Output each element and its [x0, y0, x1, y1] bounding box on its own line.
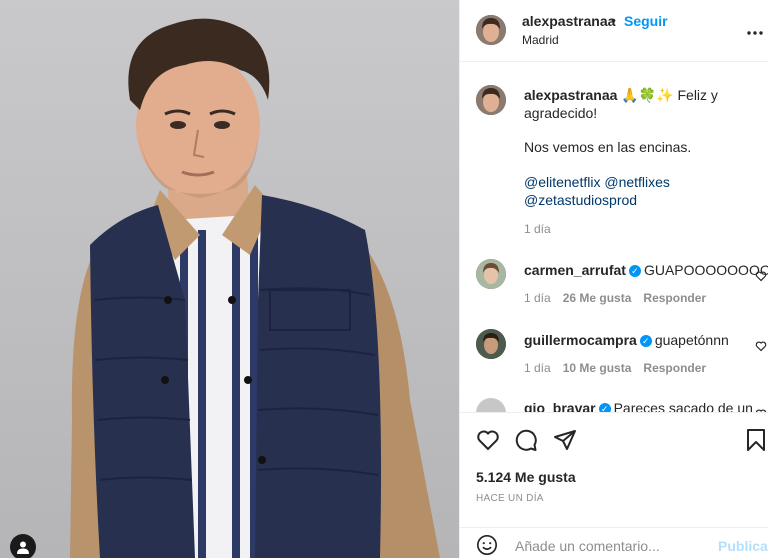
- author-username[interactable]: alexpastranaa: [522, 13, 615, 29]
- comment-reply-button[interactable]: Responder: [643, 291, 706, 305]
- comment-text: gio_bravar ✓ Pareces sacado de un: [524, 400, 753, 412]
- caption-author-avatar-image: [476, 85, 506, 115]
- mention-netflixes[interactable]: @netflixes: [604, 174, 670, 190]
- more-options-button[interactable]: [747, 27, 763, 35]
- verified-badge-icon: ✓: [639, 335, 652, 348]
- commenter-avatar[interactable]: [476, 329, 506, 359]
- follow-button[interactable]: Seguir: [624, 13, 668, 29]
- more-horizontal-icon: [747, 31, 763, 35]
- share-send-icon[interactable]: [553, 428, 577, 452]
- commenter-avatar[interactable]: [476, 398, 506, 412]
- post-timestamp: HACE UN DÍA: [476, 493, 544, 504]
- caption-author-avatar[interactable]: [476, 85, 506, 115]
- emoji-smiley-icon[interactable]: [476, 534, 498, 556]
- post-photo[interactable]: [0, 0, 459, 558]
- like-count[interactable]: 5.124 Me gusta: [476, 469, 576, 485]
- comment-body: guapetónnn: [654, 332, 729, 348]
- tagged-user-button[interactable]: [10, 534, 36, 558]
- verified-badge-icon: ✓: [628, 265, 641, 278]
- comment-input[interactable]: Añade un comentario...: [515, 538, 660, 554]
- comment-text: guillermocampra ✓ guapetónnn: [524, 332, 729, 348]
- comment-bubble-icon[interactable]: [514, 428, 538, 452]
- post-caption: alexpastranaa 🙏🍀✨ Feliz y agradecido! No…: [524, 86, 744, 209]
- post-location[interactable]: Madrid: [522, 33, 559, 47]
- comment-likes[interactable]: 26 Me gusta: [563, 291, 632, 305]
- comment-row: guillermocampra ✓ guapetónnn 1 día 10 Me gu…: [460, 318, 768, 388]
- like-heart-icon[interactable]: [476, 428, 500, 452]
- comment-username[interactable]: guillermocampra: [524, 332, 637, 348]
- comments-list[interactable]: alexpastranaa 🙏🍀✨ Feliz y agradecido! No…: [460, 62, 768, 412]
- commenter-avatar-image: [476, 329, 506, 359]
- save-bookmark-icon[interactable]: [745, 428, 767, 452]
- post-header: alexpastranaa • Seguir Madrid: [460, 0, 768, 62]
- publish-button[interactable]: Publicar: [718, 538, 768, 554]
- like-comment-heart-icon[interactable]: [755, 340, 767, 352]
- comment-username[interactable]: gio_bravar: [524, 400, 596, 412]
- comment-time: 1 día: [524, 291, 551, 305]
- caption-time: 1 día: [524, 222, 551, 236]
- verified-badge-icon: ✓: [598, 403, 611, 412]
- comment-meta: 1 día 10 Me gusta Responder: [524, 361, 706, 375]
- post-photo-illustration: [70, 18, 440, 558]
- comment-reply-button[interactable]: Responder: [643, 361, 706, 375]
- comment-time: 1 día: [524, 361, 551, 375]
- add-comment-bar: Añade un comentario... Publicar: [460, 527, 768, 558]
- comment-body: GUAPOOOOOOOO: [643, 262, 768, 278]
- post-side-panel: alexpastranaa • Seguir Madrid alexpastra…: [459, 0, 768, 558]
- caption-username[interactable]: alexpastranaa: [524, 87, 617, 103]
- commenter-avatar-image: [476, 259, 506, 289]
- comment-row: gio_bravar ✓ Pareces sacado de un: [460, 388, 768, 412]
- caption-emojis: 🙏🍀✨: [621, 87, 674, 103]
- caption-line-2: Nos vemos en las encinas.: [524, 139, 692, 155]
- mention-zetastudiosprod[interactable]: @zetastudiosprod: [524, 192, 637, 208]
- comment-text: carmen_arrufat ✓ GUAPOOOOOOOO: [524, 262, 768, 278]
- mention-elitenetflix[interactable]: @elitenetflix: [524, 174, 600, 190]
- comment-body: Pareces sacado de un: [613, 400, 753, 412]
- author-avatar[interactable]: [476, 15, 506, 45]
- comment-row: carmen_arrufat ✓ GUAPOOOOOOOO 1 día 26 Me g…: [460, 248, 768, 318]
- comment-likes[interactable]: 10 Me gusta: [563, 361, 632, 375]
- user-icon: [17, 541, 29, 554]
- comment-username[interactable]: carmen_arrufat: [524, 262, 626, 278]
- like-comment-heart-icon[interactable]: [755, 270, 767, 282]
- author-avatar-image: [476, 15, 506, 45]
- separator-dot: •: [611, 12, 616, 28]
- post-actions: 5.124 Me gusta HACE UN DÍA: [460, 412, 768, 527]
- comment-meta: 1 día 26 Me gusta Responder: [524, 291, 706, 305]
- commenter-avatar[interactable]: [476, 259, 506, 289]
